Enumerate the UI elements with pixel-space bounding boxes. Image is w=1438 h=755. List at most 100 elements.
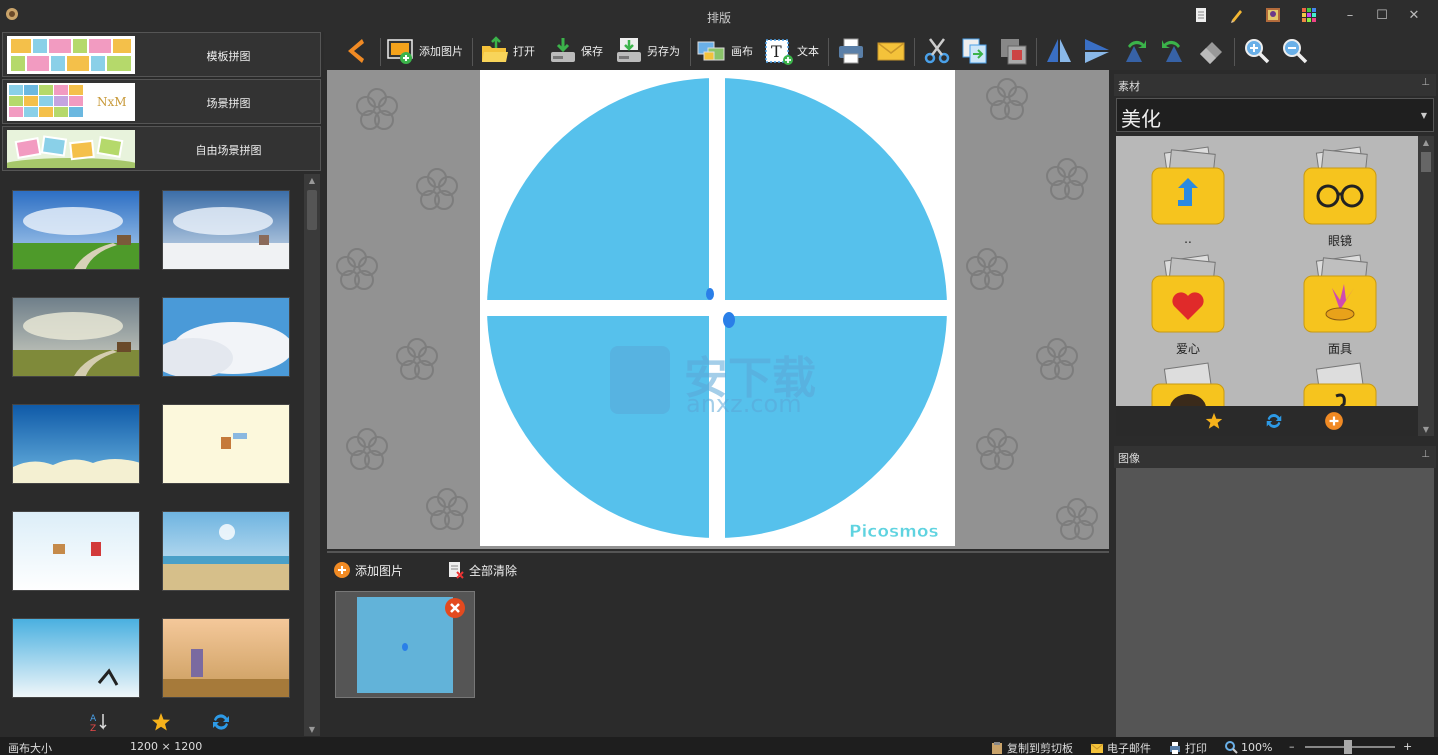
app-window: 排版 – ☐ ✕ 模板拼图 NxM 场景拼图 自由场景拼图 ▲ ▼ A Z 添加… [0, 0, 1438, 755]
canvas-area[interactable]: 安下载 anxz.com Picosmos [327, 70, 1109, 549]
zoom-in-button[interactable] [1242, 34, 1272, 68]
zoom-indicator: 100% [1224, 740, 1272, 754]
materials-scrollbar[interactable]: ▲ ▼ [1418, 136, 1434, 436]
sort-az-icon[interactable]: AZ [88, 711, 110, 734]
zoom-value: 100% [1241, 740, 1273, 754]
background-thumb[interactable] [162, 618, 290, 698]
dragon-folder-icon [1303, 362, 1377, 406]
folder-heart[interactable]: 爱心 [1148, 254, 1228, 356]
print-button[interactable] [836, 34, 866, 68]
thumb-image [357, 597, 453, 693]
email-button[interactable] [876, 34, 906, 68]
window-title: 排版 [706, 11, 731, 25]
folder-icon [1151, 146, 1225, 225]
canvas-button[interactable]: 画布 [696, 34, 753, 68]
background-thumb[interactable] [162, 190, 290, 270]
folder-label: 眼镜 [1327, 234, 1352, 248]
clear-all-button[interactable]: 全部清除 [447, 560, 517, 580]
flip-vertical-button[interactable] [1082, 34, 1112, 68]
folder-mask[interactable]: 面具 [1300, 254, 1380, 356]
printer-icon [839, 38, 863, 64]
minimize-button[interactable]: – [1336, 6, 1364, 26]
email-status-button[interactable]: 电子邮件 [1090, 740, 1151, 755]
save-as-button[interactable]: 另存为 [614, 34, 680, 68]
canvas-paper[interactable]: 安下载 anxz.com [480, 70, 955, 546]
skin-icon[interactable] [1265, 7, 1281, 23]
zoom-minus-button[interactable]: – [1289, 740, 1295, 753]
category-select[interactable]: 美化 ▼ [1116, 98, 1434, 132]
collage-circle[interactable] [480, 70, 955, 546]
folder-up[interactable]: .. [1148, 146, 1228, 246]
strip-image-thumb[interactable] [335, 591, 475, 698]
scroll-thumb[interactable] [307, 190, 317, 230]
scroll-down-icon[interactable]: ▼ [304, 725, 320, 734]
strip-add-image-label: 添加图片 [355, 563, 404, 578]
envelope-icon [877, 42, 905, 61]
paste-button[interactable] [998, 34, 1028, 68]
strip-add-image-button[interactable]: 添加图片 [333, 560, 403, 580]
svg-text:Z: Z [90, 724, 96, 733]
open-button[interactable]: 打开 [480, 34, 535, 68]
zoom-out-button[interactable] [1280, 34, 1310, 68]
document-icon[interactable] [1193, 7, 1209, 23]
color-grid-icon[interactable] [1301, 7, 1317, 23]
close-button[interactable]: ✕ [1400, 6, 1428, 26]
text-button[interactable]: T 文本 [764, 34, 819, 68]
star-icon[interactable] [150, 711, 172, 733]
zoom-slider-knob[interactable] [1344, 740, 1352, 754]
scroll-up-icon[interactable]: ▲ [304, 176, 320, 185]
refresh-icon[interactable] [210, 711, 232, 733]
folder-hair[interactable] [1148, 362, 1228, 406]
pencil-icon[interactable] [1229, 7, 1245, 23]
flip-horizontal-button[interactable] [1044, 34, 1074, 68]
pin-icon[interactable]: ⊥ [1421, 449, 1430, 460]
right-panel: 素材 ⊥ 美化 ▼ .. 眼镜 爱心 面具 ▲ ▼ 图像 ⊥ [1112, 70, 1438, 737]
background-thumb[interactable] [12, 190, 140, 270]
zoom-in-icon [1245, 39, 1270, 64]
background-thumb[interactable] [162, 511, 290, 591]
background-thumb[interactable] [12, 404, 140, 484]
mode-free-scene-collage[interactable]: 自由场景拼图 [2, 126, 321, 171]
toolbar-separator [380, 38, 381, 66]
save-button[interactable]: 保存 [548, 34, 603, 68]
mode-scene-collage[interactable]: NxM 场景拼图 [2, 79, 321, 124]
background-thumb[interactable] [12, 511, 140, 591]
copy-button[interactable] [960, 34, 990, 68]
left-panel: 模板拼图 NxM 场景拼图 自由场景拼图 ▲ ▼ A Z [0, 32, 322, 737]
rotate-left-button[interactable] [1120, 34, 1150, 68]
flip-horizontal-icon [1047, 39, 1071, 62]
svg-text:T: T [771, 42, 782, 61]
folder-glasses[interactable]: 眼镜 [1300, 146, 1380, 248]
delete-icon[interactable] [444, 597, 466, 619]
erase-button[interactable] [1196, 34, 1226, 68]
add-image-button[interactable]: 添加图片 [386, 34, 463, 68]
gallery-scrollbar[interactable]: ▲ ▼ [304, 174, 320, 736]
scroll-down-icon[interactable]: ▼ [1418, 425, 1434, 434]
background-thumb[interactable] [12, 618, 140, 698]
folder-label: .. [1184, 232, 1192, 246]
canvas-size-value: 1200 × 1200 [130, 740, 203, 753]
copy-clipboard-button[interactable]: 复制到剪切板 [990, 740, 1073, 755]
maximize-button[interactable]: ☐ [1368, 6, 1396, 26]
background-thumb[interactable] [162, 404, 290, 484]
print-status-button[interactable]: 打印 [1168, 740, 1207, 755]
rotate-right-button[interactable] [1158, 34, 1188, 68]
background-thumb[interactable] [162, 297, 290, 377]
pin-icon[interactable]: ⊥ [1421, 77, 1430, 88]
mode-template-collage[interactable]: 模板拼图 [2, 32, 321, 77]
back-arrow-icon [348, 39, 364, 63]
add-circle-icon[interactable] [1324, 411, 1344, 431]
cut-button[interactable] [922, 34, 952, 68]
background-thumb[interactable] [12, 297, 140, 377]
add-image-label: 添加图片 [419, 45, 463, 58]
favorite-star-icon[interactable] [1204, 411, 1224, 431]
save-icon [551, 38, 575, 62]
refresh-icon[interactable] [1264, 411, 1284, 431]
scroll-up-icon[interactable]: ▲ [1418, 138, 1434, 147]
zoom-plus-button[interactable]: + [1403, 740, 1412, 753]
envelope-icon [1090, 743, 1104, 753]
save-label: 保存 [581, 45, 603, 58]
back-button[interactable] [342, 34, 368, 68]
scroll-thumb[interactable] [1421, 152, 1431, 172]
folder-dragon[interactable] [1300, 362, 1380, 406]
